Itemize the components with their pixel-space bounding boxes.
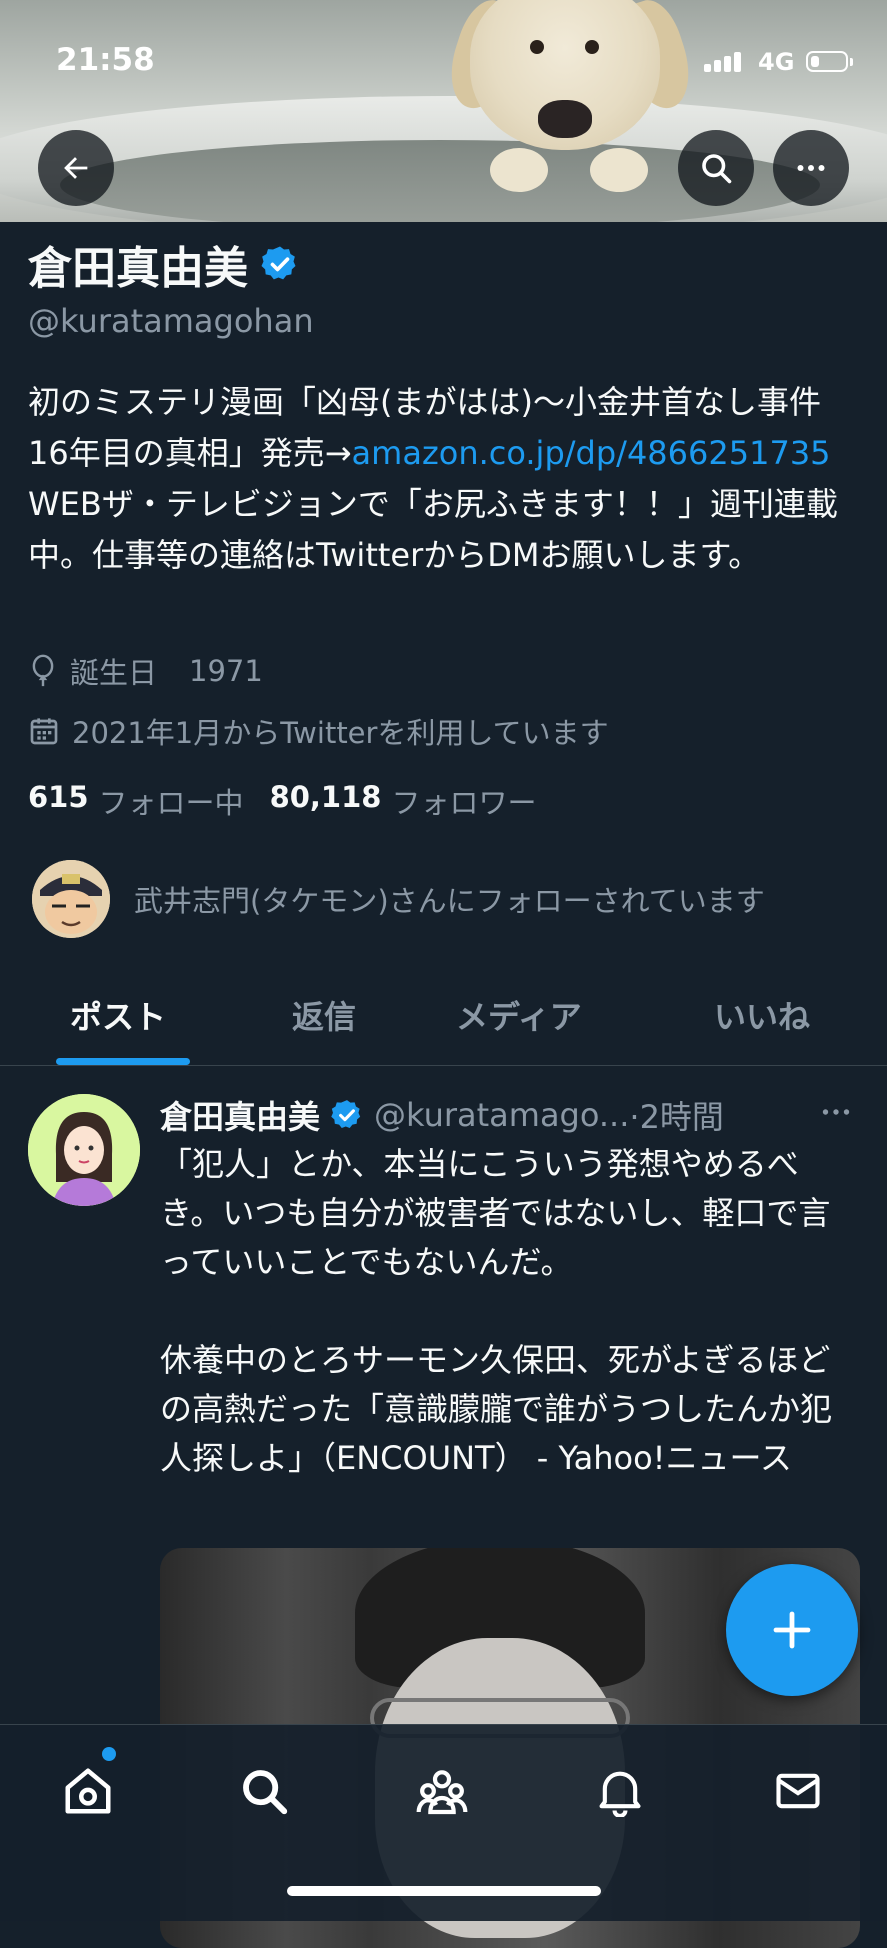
- nav-notifications[interactable]: [590, 1761, 650, 1821]
- nav-messages[interactable]: [768, 1761, 828, 1821]
- more-options-button[interactable]: [773, 130, 849, 206]
- banner-dog-paw: [590, 148, 648, 192]
- network-type: 4G: [758, 48, 795, 76]
- search-icon: [243, 1770, 288, 1815]
- bell-icon: [599, 1771, 641, 1817]
- follow-stats: 615 フォロー中 80,118 フォロワー: [28, 780, 563, 822]
- mail-icon: [776, 1773, 820, 1809]
- birthday-label: 誕生日: [70, 656, 158, 690]
- tweet-author-name[interactable]: 倉田真由美: [160, 1092, 320, 1138]
- balloon-icon: [32, 654, 54, 687]
- following-count[interactable]: 615: [28, 780, 89, 822]
- status-time: 21:58: [56, 42, 155, 78]
- followed-by-text: 武井志門(タケモン)さんにフォローされています: [134, 884, 765, 918]
- profile-handle: @kuratamagohan: [28, 302, 314, 340]
- profile-display-name: 倉田真由美: [28, 243, 248, 294]
- home-icon: [65, 1768, 111, 1814]
- followers-label[interactable]: フォロワー: [391, 780, 536, 822]
- tweet-author-avatar[interactable]: [28, 1094, 140, 1206]
- follower-avatar[interactable]: [32, 860, 110, 938]
- profile-birthday: 誕生日 1971: [28, 650, 263, 692]
- status-bar: 21:58 4G: [0, 0, 887, 130]
- more-horizontal-icon: [797, 165, 825, 171]
- home-indicator: [287, 1886, 601, 1896]
- following-label[interactable]: フォロー中: [99, 780, 244, 822]
- bio-link[interactable]: amazon.co.jp/dp/4866251735: [352, 434, 831, 472]
- search-button[interactable]: [678, 130, 754, 206]
- bio-text: WEBザ・テレビジョンで「お尻ふきます！！」週刊連載中。仕事等の連絡はTwitt…: [28, 485, 838, 574]
- tab-likes[interactable]: いいね: [714, 992, 810, 1038]
- verified-badge-icon[interactable]: [260, 244, 300, 284]
- profile-bio: 初のミステリ漫画「凶母(まがはは)〜小金井首なし事件16年目の真相」発売→ama…: [28, 377, 858, 581]
- back-button[interactable]: [38, 130, 114, 206]
- tab-replies[interactable]: 返信: [292, 992, 356, 1038]
- tweet-author-handle[interactable]: @kuratamago...: [374, 1096, 629, 1134]
- tweet-more-button[interactable]: [818, 1094, 854, 1134]
- search-icon: [702, 154, 732, 184]
- communities-icon: [416, 1770, 468, 1815]
- follower-avatar-image: [32, 860, 110, 938]
- arrow-left-icon: [64, 157, 88, 179]
- tweet-text: 「犯人」とか、本当にこういう発想やめるべき。いつも自分が被害者ではないし、軽口で…: [160, 1145, 833, 1477]
- nav-explore[interactable]: [234, 1761, 294, 1821]
- followed-by-row[interactable]: 武井志門(タケモン)さんにフォローされています: [32, 860, 765, 938]
- profile-joined-date: 2021年1月からTwitterを利用しています: [28, 710, 609, 752]
- tweet-header: 倉田真由美 @kuratamago... ·2時間: [160, 1092, 870, 1138]
- plus-icon: [773, 1611, 811, 1649]
- birthday-value: 1971: [189, 654, 263, 688]
- nav-communities[interactable]: [412, 1761, 472, 1821]
- active-tab-indicator: [56, 1058, 190, 1065]
- tab-posts[interactable]: ポスト: [70, 992, 166, 1038]
- nav-home[interactable]: [58, 1761, 118, 1821]
- more-horizontal-icon: [822, 1109, 850, 1115]
- tab-media[interactable]: メディア: [456, 992, 582, 1038]
- joined-text: 2021年1月からTwitterを利用しています: [72, 716, 609, 750]
- profile-tabs: ポスト 返信 メディア いいね: [0, 970, 887, 1066]
- tweet-time[interactable]: ·2時間: [629, 1092, 724, 1138]
- compose-button[interactable]: [726, 1564, 858, 1696]
- banner-dog-paw: [490, 148, 548, 192]
- tweet-author-avatar-image: [28, 1094, 140, 1206]
- notification-dot: [102, 1747, 116, 1761]
- verified-badge-icon: [331, 1100, 361, 1129]
- followers-count[interactable]: 80,118: [270, 780, 382, 822]
- profile-name-row: 倉田真由美: [28, 232, 300, 296]
- cellular-signal-icon: [704, 52, 744, 72]
- calendar-icon: [30, 718, 58, 745]
- battery-icon: [806, 51, 853, 72]
